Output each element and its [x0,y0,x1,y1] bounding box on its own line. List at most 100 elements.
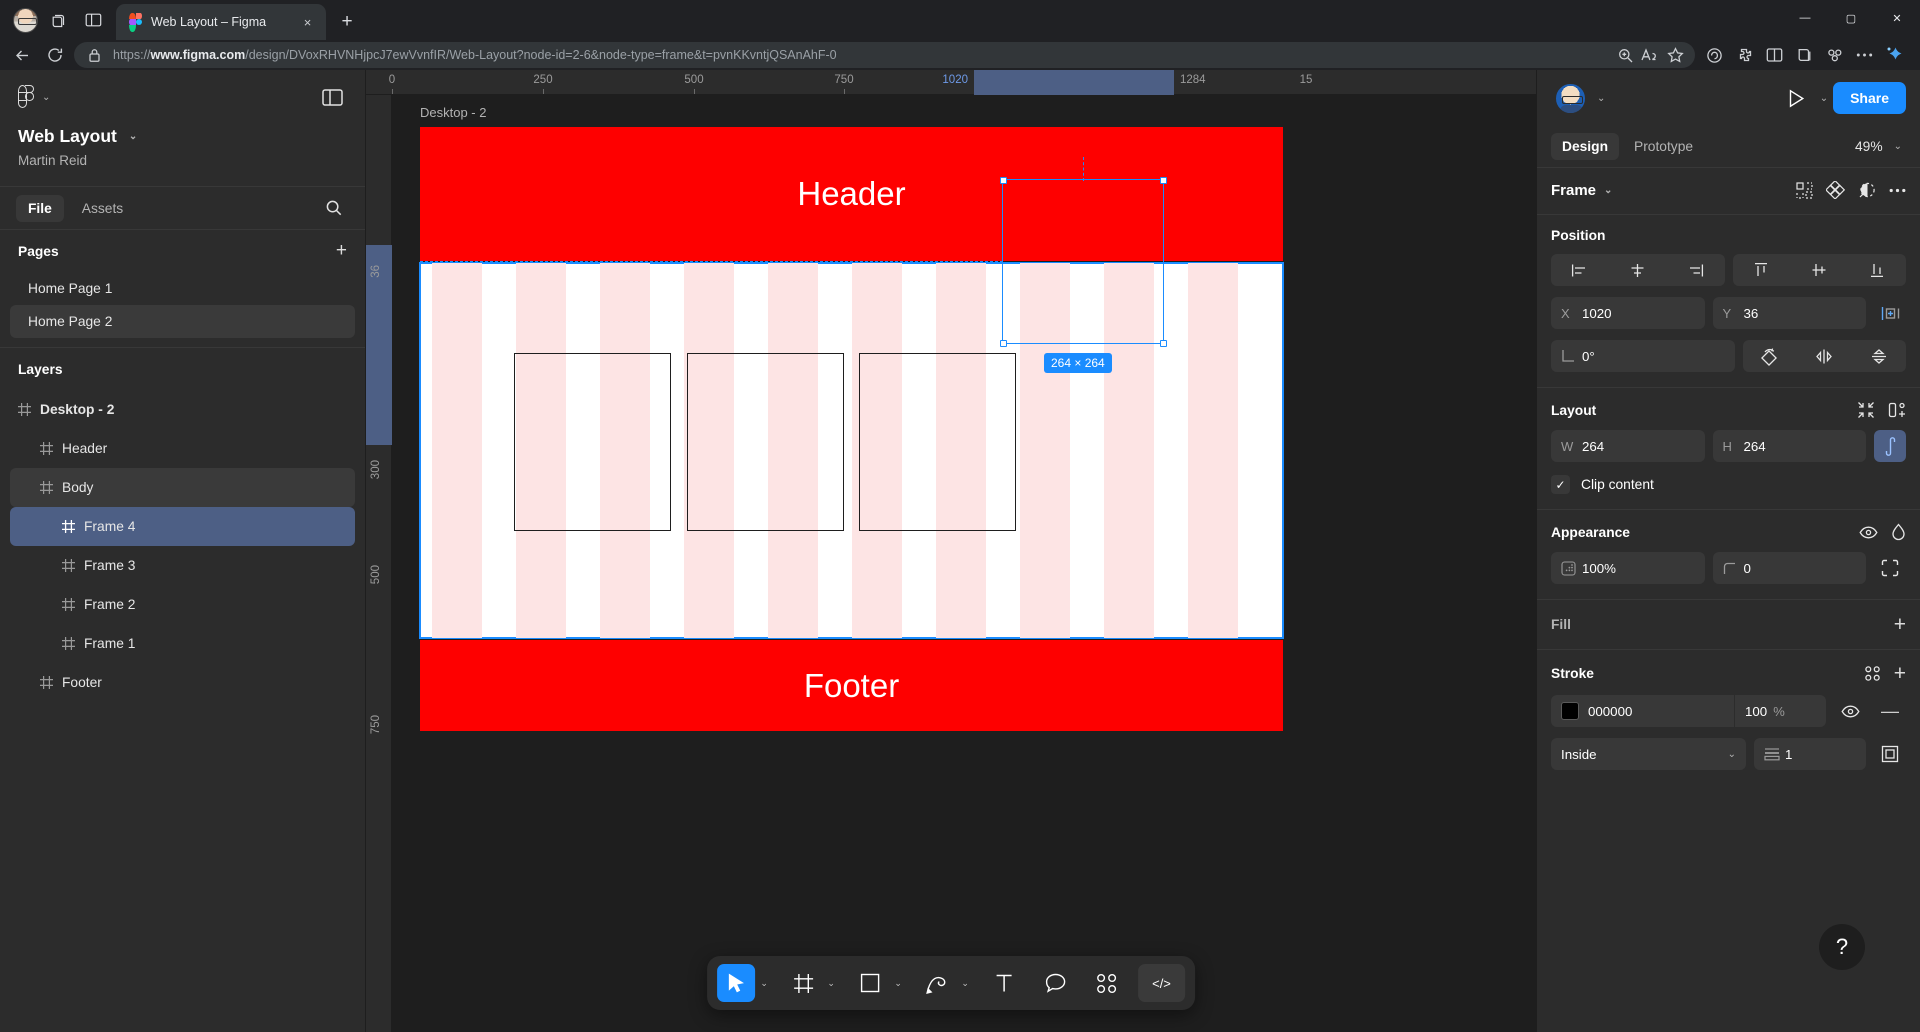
browser-profile-avatar[interactable] [8,3,42,37]
search-icon[interactable] [319,193,349,223]
move-tool[interactable] [717,964,756,1002]
add-auto-layout-icon[interactable] [1888,401,1906,419]
components-icon[interactable] [1796,181,1813,199]
layer-item-body[interactable]: Body [10,468,355,507]
layer-item-header[interactable]: Header [10,429,355,468]
horizontal-ruler[interactable]: 0 250 500 750 1020 1284 15 [366,70,1536,95]
flip-vertical-icon[interactable] [1852,340,1907,372]
present-play-icon[interactable] [1782,83,1812,113]
child-frame-2[interactable] [687,353,844,531]
selected-frame-4[interactable] [1002,179,1164,344]
copilot-icon[interactable] [1880,41,1910,69]
chevron-down-icon[interactable]: ⌄ [1894,141,1902,152]
align-vertical-center-icon[interactable] [1790,254,1848,286]
corner-radius-field[interactable]: 0 [1712,552,1866,584]
clip-content-row[interactable]: ✓ Clip content [1551,475,1906,494]
remove-stroke-button[interactable]: — [1874,695,1906,727]
child-frame-1[interactable] [514,353,671,531]
visibility-icon[interactable] [1859,526,1878,539]
stroke-color-swatch[interactable] [1561,702,1579,720]
browser-tab[interactable]: Web Layout – Figma × [116,4,326,40]
close-window-button[interactable]: ✕ [1874,0,1920,36]
stroke-weight-field[interactable]: 1 [1754,738,1866,770]
pen-tool[interactable] [918,964,956,1002]
add-fill-button[interactable]: + [1894,614,1906,635]
height-field[interactable]: H 264 [1712,430,1866,462]
frame-tool[interactable] [784,964,822,1002]
variants-icon[interactable] [1826,181,1845,199]
back-icon[interactable] [8,41,36,69]
stroke-style-icon[interactable] [1864,665,1881,682]
independent-corners-icon[interactable] [1874,552,1906,584]
shape-tool[interactable] [851,964,889,1002]
stroke-color-field[interactable]: 000000 100 % [1551,695,1826,727]
chevron-down-icon[interactable]: ⌄ [1604,185,1612,196]
split-screen-icon[interactable] [1760,41,1789,69]
stroke-align-select[interactable]: Inside ⌄ [1551,738,1746,770]
layer-item-frame-3[interactable]: Frame 3 [10,546,355,585]
align-horizontal-center-icon[interactable] [1609,254,1667,286]
rotation-field[interactable]: 0° [1551,340,1735,372]
tab-prototype[interactable]: Prototype [1623,133,1704,160]
aspect-ratio-lock-icon[interactable] [1874,430,1906,462]
width-field[interactable]: W 264 [1551,430,1705,462]
toggle-sidebar-icon[interactable] [317,82,347,112]
read-aloud-icon[interactable] [1639,44,1661,66]
vertical-ruler[interactable]: 36 300 500 750 [366,95,392,1032]
child-frame-3[interactable] [859,353,1016,531]
clip-content-checkbox[interactable]: ✓ [1551,475,1570,494]
split-pane-icon[interactable] [76,3,110,37]
maximize-button[interactable]: ▢ [1828,0,1874,36]
zoom-control[interactable]: 49% ⌄ [1855,139,1906,154]
align-right-icon[interactable] [1667,254,1725,286]
align-bottom-icon[interactable] [1848,254,1906,286]
zoom-icon[interactable] [1614,44,1636,66]
tab-actions-icon[interactable] [42,3,76,37]
new-tab-button[interactable]: + [332,7,362,37]
url-bar[interactable]: https://www.figma.com/design/DVoxRHVNHjp… [74,42,1695,68]
tab-file[interactable]: File [16,194,64,222]
blend-mode-icon[interactable] [1891,523,1906,541]
layer-item-frame-1[interactable]: Frame 1 [10,624,355,663]
dev-mode-button[interactable]: </> [1138,964,1185,1002]
reload-icon[interactable] [41,41,69,69]
pen-tool-chevron-down-icon[interactable]: ⌄ [958,978,972,989]
page-item-home-page-2[interactable]: Home Page 2 [10,305,355,338]
copilot-sidebar-icon[interactable] [1700,41,1729,69]
share-button[interactable]: Share [1833,82,1906,114]
mask-icon[interactable] [1858,181,1876,199]
add-page-button[interactable]: + [336,240,347,262]
chevron-down-icon[interactable]: ⌄ [1820,93,1828,104]
tab-assets[interactable]: Assets [70,195,135,222]
settings-more-icon[interactable] [1850,41,1879,69]
advanced-stroke-icon[interactable] [1874,738,1906,770]
help-button[interactable]: ? [1819,924,1865,970]
page-item-home-page-1[interactable]: Home Page 1 [10,272,355,305]
layer-item-desktop-2[interactable]: Desktop - 2 [10,390,355,429]
add-stroke-button[interactable]: + [1894,663,1906,684]
figma-home-icon[interactable] [18,84,35,110]
extensions-icon[interactable] [1730,41,1759,69]
layer-item-frame-4[interactable]: Frame 4 [10,507,355,546]
file-name-row[interactable]: Web Layout ⌄ [18,126,347,147]
layer-item-footer[interactable]: Footer [10,663,355,702]
layer-item-frame-2[interactable]: Frame 2 [10,585,355,624]
favorite-icon[interactable] [1664,44,1686,66]
resize-handle-tr[interactable] [1160,177,1167,184]
chevron-down-icon[interactable]: ⌄ [1728,749,1736,760]
move-tool-chevron-down-icon[interactable]: ⌄ [757,978,771,989]
text-tool[interactable] [985,964,1023,1002]
minimize-button[interactable]: — [1782,0,1828,36]
comment-tool[interactable] [1036,964,1074,1002]
distribute-icon[interactable] [1874,297,1906,329]
frame-tool-chevron-down-icon[interactable]: ⌄ [824,978,838,989]
design-canvas[interactable]: Desktop - 2 Header 264 × 264 Footer [392,95,1536,1032]
browser-essentials-icon[interactable] [1820,41,1849,69]
visibility-icon[interactable] [1834,695,1866,727]
chevron-down-icon[interactable]: ⌄ [129,131,137,142]
canvas-area[interactable]: 0 250 500 750 1020 1284 15 36 300 500 75… [366,70,1536,1032]
corner-radius-independent-icon[interactable] [1743,340,1798,372]
resize-handle-br[interactable] [1160,340,1167,347]
y-field[interactable]: Y 36 [1712,297,1866,329]
collections-icon[interactable] [1790,41,1819,69]
